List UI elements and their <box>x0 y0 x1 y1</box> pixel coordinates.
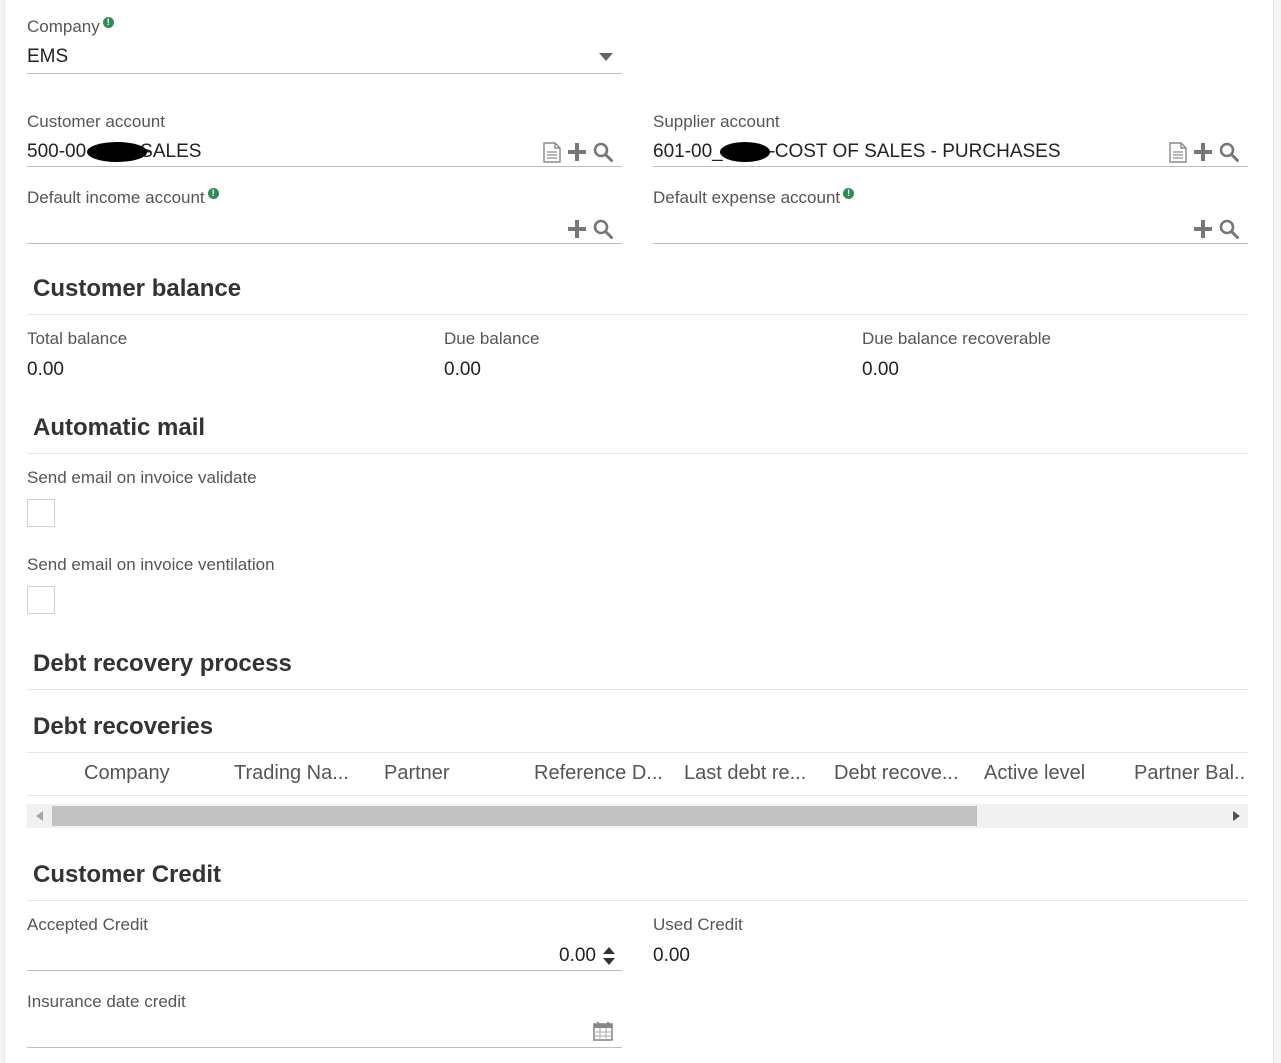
required-icon: ! <box>843 188 855 200</box>
customer-account-dash: - <box>146 141 153 162</box>
section-divider <box>27 900 1248 901</box>
supplier-account-label: Supplier account <box>653 112 780 131</box>
send-email-validate-checkbox[interactable] <box>27 499 55 527</box>
default-income-underline <box>27 243 622 244</box>
supplier-account-underline <box>653 166 1248 167</box>
document-icon[interactable] <box>542 141 562 163</box>
plus-icon[interactable] <box>1193 141 1213 163</box>
insurance-date-credit-label: Insurance date credit <box>27 992 186 1011</box>
scroll-left-icon[interactable] <box>30 808 48 824</box>
used-credit-value: 0.00 <box>653 945 690 966</box>
customer-balance-title: Customer balance <box>33 275 242 302</box>
company-label: Company <box>27 17 100 36</box>
customer-account-prefix: 500-00 <box>27 141 87 162</box>
default-expense-label-wrap: Default expense account! <box>653 188 855 208</box>
due-balance-label: Due balance <box>444 329 540 348</box>
column-header-reference-date[interactable]: Reference D... <box>534 762 663 785</box>
dropdown-icon[interactable] <box>598 50 614 64</box>
default-expense-input[interactable] <box>653 217 1173 239</box>
required-icon: ! <box>207 188 219 200</box>
customer-account-label: Customer account <box>27 112 165 131</box>
customer-account-underline <box>27 166 622 167</box>
grid-header-top-border <box>27 752 1248 753</box>
company-value[interactable]: EMS <box>27 46 68 68</box>
column-header-partner-balance[interactable]: Partner Bal.. <box>1134 762 1245 785</box>
due-balance-recoverable-label: Due balance recoverable <box>862 329 1052 348</box>
default-expense-label: Default expense account <box>653 188 841 207</box>
grid-header-bottom-border <box>27 795 1248 796</box>
redaction-mark <box>87 142 147 162</box>
total-balance-value: 0.00 <box>27 359 64 380</box>
spinner-icon[interactable] <box>601 944 617 968</box>
document-icon[interactable] <box>1168 141 1188 163</box>
debt-recoveries-title: Debt recoveries <box>33 713 214 740</box>
company-underline <box>27 73 622 74</box>
plus-icon[interactable] <box>567 218 587 240</box>
customer-credit-title: Customer Credit <box>33 861 222 888</box>
due-balance-value: 0.00 <box>444 359 481 380</box>
scrollbar-thumb[interactable] <box>52 806 977 826</box>
column-header-company[interactable]: Company <box>84 762 170 785</box>
supplier-account-field[interactable]: 601-00_ COST OF SALES - PURCHASES <box>653 141 1061 163</box>
default-income-label-wrap: Default income account! <box>27 188 219 208</box>
accepted-credit-underline <box>27 970 622 971</box>
insurance-date-credit-underline <box>27 1047 622 1048</box>
plus-icon[interactable] <box>567 141 587 163</box>
send-email-ventilation-label: Send email on invoice ventilation <box>27 555 275 574</box>
company-label-wrap: Company! <box>27 17 114 37</box>
scroll-right-icon[interactable] <box>1227 808 1245 824</box>
default-income-input[interactable] <box>27 217 547 239</box>
due-balance-recoverable-value: 0.00 <box>862 359 899 380</box>
search-icon[interactable] <box>1218 141 1240 163</box>
section-divider <box>27 689 1248 690</box>
default-expense-underline <box>653 243 1248 244</box>
calendar-icon[interactable] <box>592 1020 614 1042</box>
supplier-account-dash: - <box>769 141 776 162</box>
send-email-ventilation-checkbox[interactable] <box>27 586 55 614</box>
right-frame-border <box>1273 0 1281 1063</box>
column-header-last-debt-recovery[interactable]: Last debt re... <box>684 762 806 785</box>
column-header-active-level[interactable]: Active level <box>984 762 1085 785</box>
supplier-account-suffix: COST OF SALES - PURCHASES <box>774 141 1061 162</box>
total-balance-label: Total balance <box>27 329 128 348</box>
used-credit-label: Used Credit <box>653 915 743 934</box>
redaction-mark <box>720 142 770 162</box>
search-icon[interactable] <box>592 218 614 240</box>
default-income-label: Default income account <box>27 188 205 207</box>
insurance-date-credit-input[interactable] <box>27 1021 577 1043</box>
automatic-mail-title: Automatic mail <box>33 414 206 441</box>
debt-recovery-process-title: Debt recovery process <box>33 650 292 677</box>
supplier-account-prefix: 601-00_ <box>653 141 723 162</box>
search-icon[interactable] <box>1218 218 1240 240</box>
column-header-debt-recovery[interactable]: Debt recove... <box>834 762 959 785</box>
accepted-credit-input[interactable]: 0.00 <box>27 945 596 967</box>
section-divider <box>27 453 1248 454</box>
section-divider <box>27 314 1248 315</box>
column-header-trading-name[interactable]: Trading Na... <box>234 762 349 785</box>
search-icon[interactable] <box>592 141 614 163</box>
plus-icon[interactable] <box>1193 218 1213 240</box>
left-frame-border <box>0 0 5 1063</box>
required-icon: ! <box>102 17 114 29</box>
accepted-credit-label: Accepted Credit <box>27 915 148 934</box>
send-email-validate-label: Send email on invoice validate <box>27 468 257 487</box>
column-header-partner[interactable]: Partner <box>384 762 450 785</box>
